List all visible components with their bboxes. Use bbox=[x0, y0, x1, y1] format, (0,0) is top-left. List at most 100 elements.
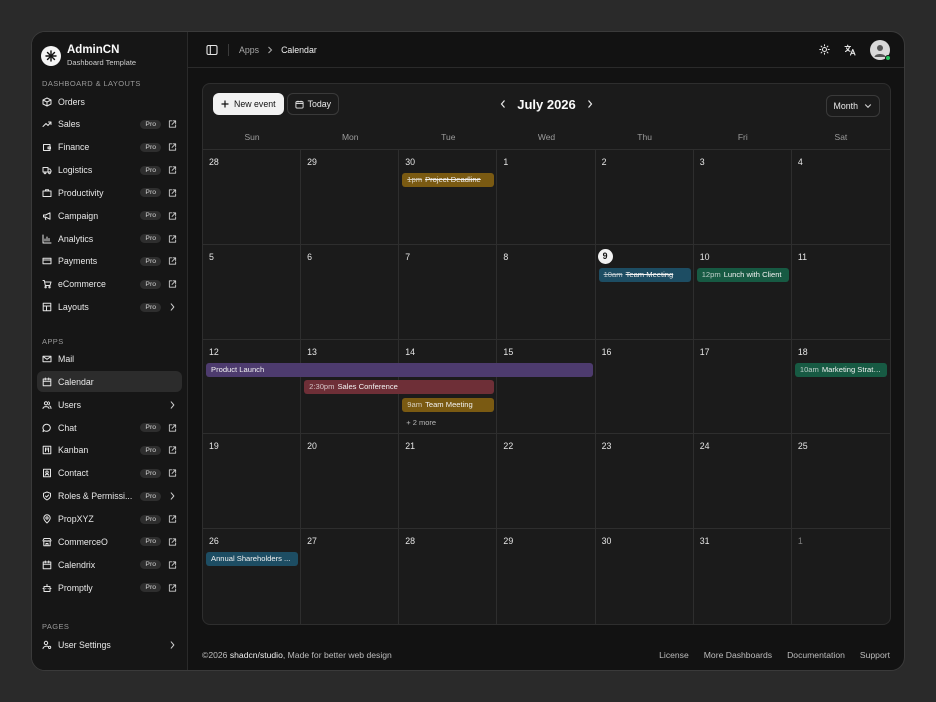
weekday-label: Mon bbox=[341, 132, 359, 142]
sidebar-item-propxyz[interactable]: PropXYZ Pro bbox=[37, 509, 182, 530]
sidebar-item-productivity[interactable]: Productivity Pro bbox=[37, 182, 182, 203]
sidebar-item-roles-permissi[interactable]: Roles & Permissi... Pro bbox=[37, 486, 182, 507]
sidebar-item-ecommerce[interactable]: eCommerce Pro bbox=[37, 274, 182, 295]
day-cell[interactable]: 19 bbox=[203, 434, 302, 530]
calendar-event[interactable]: 2:30pm Sales Conference bbox=[304, 380, 495, 395]
day-cell[interactable]: 11 bbox=[791, 245, 890, 340]
day-cell[interactable]: 22 bbox=[497, 434, 596, 530]
day-cell[interactable]: 3 bbox=[693, 150, 792, 245]
month-grid: 28 29 30 1 2 3 4 5 6 7 8 9 10 11 12 13 14 15 16 17 18 19 20 21 2… bbox=[203, 150, 890, 624]
day-cell[interactable]: 31 bbox=[694, 529, 792, 624]
calendar-event[interactable]: Annual Shareholders ... bbox=[206, 552, 299, 567]
day-cell[interactable]: 29 bbox=[301, 150, 400, 245]
sidebar-item-calendrix[interactable]: Calendrix Pro bbox=[37, 554, 182, 575]
sidebar-item-label: Logistics bbox=[58, 165, 93, 176]
day-cell[interactable]: 6 bbox=[301, 244, 400, 340]
sidebar-item-label: Analytics bbox=[58, 233, 94, 244]
sidebar-item-commerceo[interactable]: CommerceO Pro bbox=[37, 531, 182, 552]
sidebar-item-label: Mail bbox=[58, 354, 75, 365]
footer-link-support[interactable]: Support bbox=[860, 650, 890, 660]
weekday-label: Fri bbox=[737, 132, 748, 142]
new-event-label: New event bbox=[234, 99, 276, 109]
sidebar-item-mail[interactable]: Mail bbox=[37, 349, 182, 370]
translate-icon[interactable] bbox=[844, 44, 856, 56]
day-cell[interactable]: 17 bbox=[693, 339, 792, 435]
day-cell[interactable]: 1 bbox=[792, 529, 890, 624]
day-number: 28 bbox=[209, 157, 219, 167]
sidebar-item-label: Contact bbox=[58, 468, 89, 479]
bar-chart-icon bbox=[42, 234, 52, 244]
day-cell[interactable]: 18 bbox=[791, 340, 890, 435]
day-cell[interactable]: 27 bbox=[301, 529, 400, 624]
day-cell[interactable]: 15 bbox=[497, 339, 596, 435]
day-cell[interactable]: 4 bbox=[791, 150, 890, 245]
sidebar-item-chat[interactable]: Chat Pro bbox=[37, 417, 182, 438]
day-cell[interactable]: 10 bbox=[693, 244, 792, 340]
today-button[interactable]: Today bbox=[286, 93, 340, 115]
sidebar-item-analytics[interactable]: Analytics Pro bbox=[37, 228, 182, 249]
calendar-event[interactable]: 12pm Lunch with Client bbox=[696, 267, 789, 282]
sidebar-item-payments[interactable]: Payments Pro bbox=[37, 251, 182, 272]
calendar-event[interactable]: 9am Team Meeting bbox=[402, 398, 495, 413]
sidebar-item-contact[interactable]: Contact Pro bbox=[37, 463, 182, 484]
day-cell[interactable]: 30 bbox=[596, 529, 694, 624]
day-cell[interactable]: 9 bbox=[595, 244, 694, 340]
day-cell[interactable]: 21 bbox=[399, 434, 498, 530]
pro-badge: Pro bbox=[140, 514, 161, 524]
day-cell[interactable]: 26 bbox=[203, 529, 302, 624]
event-title: Product Launch bbox=[211, 364, 265, 374]
prev-month-button[interactable] bbox=[499, 99, 507, 109]
footer-link-more-dashboards[interactable]: More Dashboards bbox=[704, 650, 772, 660]
sidebar-toggle-icon[interactable] bbox=[206, 44, 218, 56]
calendar-event[interactable]: Product Launch bbox=[206, 362, 593, 377]
day-cell[interactable]: 12 bbox=[203, 339, 302, 435]
day-cell[interactable]: 20 bbox=[301, 434, 400, 530]
sidebar-item-sales[interactable]: Sales Pro bbox=[37, 114, 182, 135]
sidebar-item-logistics[interactable]: Logistics Pro bbox=[37, 160, 182, 181]
calendar-event[interactable]: 1pm Project Deadline bbox=[402, 173, 495, 187]
day-cell[interactable]: 30 bbox=[399, 150, 498, 245]
day-cell[interactable]: 16 bbox=[595, 339, 694, 435]
day-cell[interactable]: 24 bbox=[693, 434, 792, 530]
sidebar-item-users[interactable]: Users bbox=[37, 394, 182, 415]
day-cell[interactable]: 8 bbox=[497, 244, 596, 340]
sidebar-item-finance[interactable]: Finance Pro bbox=[37, 137, 182, 158]
sidebar-item-orders[interactable]: Orders bbox=[37, 91, 182, 112]
day-cell[interactable]: 28 bbox=[203, 150, 302, 245]
sidebar-item-kanban[interactable]: Kanban Pro bbox=[37, 440, 182, 461]
sidebar-item-layouts[interactable]: Layouts Pro bbox=[37, 297, 182, 318]
day-cell[interactable]: 23 bbox=[595, 434, 694, 530]
footer-link-documentation[interactable]: Documentation bbox=[787, 650, 845, 660]
calendar-icon bbox=[42, 377, 52, 387]
day-number: 25 bbox=[797, 441, 808, 452]
today-day-number: 9 bbox=[597, 248, 613, 264]
day-number: 29 bbox=[307, 157, 317, 167]
pro-badge: Pro bbox=[140, 423, 161, 433]
day-cell[interactable]: 7 bbox=[399, 244, 498, 340]
day-cell[interactable]: 5 bbox=[203, 244, 302, 340]
sidebar-item-calendar[interactable]: Calendar bbox=[37, 371, 182, 393]
footer-link-license[interactable]: License bbox=[659, 650, 689, 660]
footer-brand-link[interactable]: shadcn/studio bbox=[230, 650, 283, 660]
avatar[interactable] bbox=[870, 39, 891, 61]
calendar-event[interactable]: 10am Team Meeting bbox=[598, 267, 691, 282]
calendar-icon bbox=[295, 100, 304, 109]
brand[interactable]: AdminCN Dashboard Template bbox=[32, 32, 187, 70]
app-window: AdminCN Dashboard Template Dashboard & L… bbox=[31, 31, 905, 671]
sidebar-item-campaign[interactable]: Campaign Pro bbox=[37, 205, 182, 226]
new-event-button[interactable]: New event bbox=[213, 93, 284, 115]
sun-icon[interactable] bbox=[819, 44, 830, 55]
sidebar-item-user-settings[interactable]: User Settings bbox=[37, 634, 182, 655]
calendar-card: New event Today July 2026 Month Sun Mon Tu… bbox=[202, 83, 891, 625]
day-cell[interactable]: 2 bbox=[595, 150, 694, 245]
breadcrumb-apps[interactable]: Apps bbox=[239, 45, 259, 55]
view-select[interactable]: Month bbox=[825, 95, 880, 117]
more-events-link[interactable]: + 2 more bbox=[406, 418, 436, 427]
sidebar-item-promptly[interactable]: Promptly Pro bbox=[37, 577, 182, 598]
day-cell[interactable]: 25 bbox=[791, 434, 890, 530]
calendar-event[interactable]: 10am Marketing Strate... bbox=[794, 362, 887, 377]
day-cell[interactable]: 28 bbox=[399, 529, 498, 624]
day-cell[interactable]: 1 bbox=[497, 150, 596, 245]
day-cell[interactable]: 29 bbox=[497, 529, 596, 624]
next-month-button[interactable] bbox=[586, 99, 594, 109]
